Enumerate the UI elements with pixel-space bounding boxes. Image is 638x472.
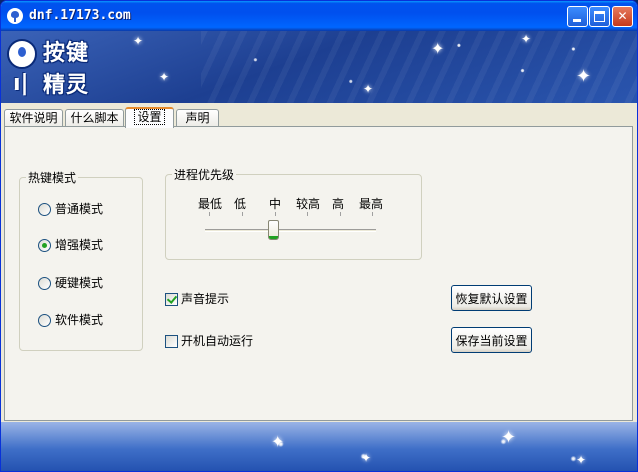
tab-settings[interactable]: 设置: [125, 107, 174, 128]
slider-tick: [242, 212, 243, 216]
priority-label-normal: 中: [269, 197, 282, 211]
priority-slider-track[interactable]: [205, 229, 376, 232]
maximize-button[interactable]: [589, 6, 610, 27]
slider-tick: [209, 212, 210, 216]
slider-tick: [372, 212, 373, 216]
maximize-icon: [594, 11, 605, 22]
tab-statement[interactable]: 声明: [176, 109, 219, 127]
slider-tick: [340, 212, 341, 216]
banner-decoration: [201, 31, 637, 103]
sound-prompt-checkbox[interactable]: [165, 293, 178, 306]
save-settings-button[interactable]: 保存当前设置: [451, 327, 532, 353]
radio-label: 硬键模式: [55, 276, 104, 290]
radio-label: 普通模式: [55, 202, 104, 216]
tab-what-script[interactable]: 什么脚本: [65, 109, 124, 127]
tab-label: 什么脚本: [70, 111, 119, 125]
minimize-button[interactable]: [567, 6, 588, 27]
radio-label: 增强模式: [55, 238, 104, 252]
tab-label: 设置: [134, 109, 165, 125]
tab-label: 软件说明: [9, 111, 58, 125]
logo-text-line1: 按键: [43, 41, 90, 66]
restore-defaults-button[interactable]: 恢复默认设置: [451, 285, 532, 311]
checkbox-label: 开机自动运行: [181, 334, 254, 348]
star-icon: ✦: [363, 82, 374, 96]
priority-label-low: 低: [234, 197, 247, 211]
slider-tick: [307, 212, 308, 216]
star-icon: ✦: [576, 453, 587, 467]
slider-tick: [275, 212, 276, 216]
autorun-checkbox[interactable]: [165, 335, 178, 348]
star-icon: ✦: [159, 70, 170, 84]
star-icon: ✦: [361, 451, 372, 465]
checkbox-label: 声音提示: [181, 292, 230, 306]
radio-button[interactable]: [38, 277, 51, 290]
window-title: dnf.17173.com: [29, 8, 131, 23]
banner: ı| 按键 精灵 ✦ ✦ ✦ ✦ ✦ ✦: [1, 31, 637, 103]
radio-button[interactable]: [38, 314, 51, 327]
logo-mark-icon: ı|: [13, 71, 29, 96]
process-priority-group: 进程优先级: [165, 166, 422, 260]
app-icon: [7, 8, 23, 24]
minimize-icon: [573, 19, 581, 22]
close-button[interactable]: ✕: [612, 6, 633, 27]
priority-label-high: 高: [332, 197, 345, 211]
group-title: 热键模式: [26, 169, 79, 186]
priority-label-lowest: 最低: [198, 197, 223, 211]
priority-label-above-normal: 较高: [296, 197, 321, 211]
logo: ı| 按键 精灵: [5, 33, 105, 99]
priority-slider-thumb[interactable]: [268, 220, 279, 240]
star-icon: ✦: [576, 66, 592, 87]
hotkey-mode-group: 热键模式 普通模式 增强模式 硬键模式 软件模式: [19, 169, 143, 351]
app-window: dnf.17173.com ✕ ı| 按键 精灵 ✦ ✦ ✦ ✦ ✦ ✦ 软件说…: [0, 0, 638, 472]
star-icon: ✦: [501, 427, 517, 448]
logo-figure-icon: [7, 39, 37, 69]
priority-label-highest: 最高: [359, 197, 384, 211]
star-icon: ✦: [133, 34, 144, 48]
group-title: 进程优先级: [172, 166, 237, 183]
radio-label: 软件模式: [55, 313, 104, 327]
star-icon: ✦: [521, 32, 532, 46]
star-icon: ✦: [271, 432, 285, 451]
tab-label: 声明: [185, 111, 210, 125]
star-icon: ✦: [431, 39, 445, 58]
title-bar[interactable]: dnf.17173.com ✕: [1, 1, 637, 31]
radio-button[interactable]: [38, 239, 51, 252]
footer-banner: ✦ ✦ ✦ ✦: [1, 422, 637, 471]
tab-software-info[interactable]: 软件说明: [4, 109, 63, 127]
close-icon: ✕: [617, 9, 628, 23]
logo-text-line2: 精灵: [43, 73, 90, 98]
radio-button[interactable]: [38, 203, 51, 216]
